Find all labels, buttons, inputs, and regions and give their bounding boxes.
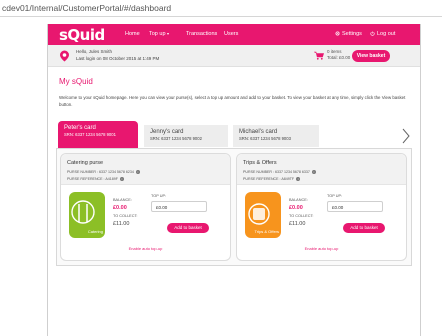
to-collect-value: £11.00 (113, 221, 130, 227)
to-collect-value: £11.00 (289, 221, 306, 227)
add-to-basket-button[interactable]: Add to basket (343, 223, 385, 233)
balance-label: BALANCE: (289, 198, 308, 202)
nav-transactions[interactable]: Transactions (186, 31, 217, 37)
enable-auto-topup-link[interactable]: Enable auto top-up (61, 246, 230, 251)
tile-label: Trips & Offers (254, 228, 279, 234)
tab-card-srn: SRN: 6337 1234 5678 9001 (64, 132, 116, 137)
address-url[interactable]: cdev01/Internal/CustomerPortal/#/dashboa… (2, 3, 171, 13)
nav-topup-label: Top up (149, 31, 166, 37)
purse-card-trips: Trips & Offers PURSE NUMBER : 6337 1234 … (236, 153, 407, 261)
info-icon[interactable]: i (119, 177, 124, 181)
purse-title: Trips & Offers (243, 160, 277, 166)
tab-card-srn: SRN: 6337 1234 5678 9002 (150, 136, 202, 141)
purse-reference-text: PURSE REFERENCE : A4189F (67, 177, 118, 181)
info-icon[interactable]: i (135, 170, 140, 174)
basket-icon[interactable] (314, 51, 324, 60)
gear-icon (335, 31, 340, 36)
logout-label: Log out (377, 31, 396, 37)
purse-reference: PURSE REFERENCE : A849TF i (243, 177, 301, 181)
info-icon[interactable]: i (311, 170, 316, 174)
tab-card-name: Michael's card (239, 129, 278, 135)
view-basket-button[interactable]: View basket (352, 50, 390, 62)
to-collect-label: TO COLLECT: (289, 214, 314, 218)
page-title: My sQuid (59, 77, 93, 86)
tab-jenny-card[interactable]: Jenny's card SRN: 6337 1234 5678 9002 (144, 125, 228, 147)
purse-card-catering: Catering purse PURSE NUMBER : 6337 1234 … (60, 153, 231, 261)
user-greeting: Hello, Jules Smith (76, 49, 113, 54)
purse-title: Catering purse (67, 160, 104, 166)
purses-panel: Catering purse PURSE NUMBER : 6337 1234 … (56, 148, 412, 266)
top-navigation: sQuid Home Top up ▾ Transactions Users S… (48, 24, 420, 45)
chevron-right-icon[interactable] (402, 128, 410, 144)
power-icon (370, 31, 375, 36)
settings-link[interactable]: Settings (335, 31, 362, 37)
chevron-down-icon: ▾ (167, 31, 170, 36)
tab-card-name: Peter's card (64, 125, 96, 131)
portal-frame: sQuid Home Top up ▾ Transactions Users S… (47, 24, 421, 336)
address-bar[interactable]: cdev01/Internal/CustomerPortal/#/dashboa… (0, 0, 442, 17)
purse-number-text: PURSE NUMBER : 6337 1234 5678 6234 (67, 170, 134, 174)
purse-number: PURSE NUMBER : 6337 1234 5678 6234 i (67, 170, 140, 174)
to-collect-label: TO COLLECT: (113, 214, 138, 218)
tab-card-srn: SRN: 6337 1234 5678 9003 (239, 136, 291, 141)
catering-tile: Catering (69, 192, 105, 238)
trips-tile: Trips & Offers (245, 192, 281, 238)
nav-users[interactable]: Users (224, 31, 238, 37)
topup-label: TOP UP: (151, 194, 167, 198)
user-bar: Hello, Jules Smith Last login on 08 Octo… (48, 45, 420, 67)
tab-peter-card[interactable]: Peter's card SRN: 6337 1234 5678 9001 (58, 121, 138, 148)
location-pin-icon (60, 50, 69, 62)
balance-label: BALANCE: (113, 198, 132, 202)
squid-logo[interactable]: sQuid (59, 26, 105, 44)
purse-card-header: Trips & Offers PURSE NUMBER : 6337 1234 … (237, 154, 406, 185)
last-login: Last login on 08 October 2015 at 1:49 PM (76, 56, 160, 61)
balance-value: £0.00 (289, 205, 303, 211)
purse-card-header: Catering purse PURSE NUMBER : 6337 1234 … (61, 154, 230, 185)
basket-total: Total: £0.00 (327, 55, 351, 60)
balance-value: £0.00 (113, 205, 127, 211)
nav-topup[interactable]: Top up ▾ (149, 31, 169, 37)
logout-link[interactable]: Log out (370, 31, 395, 37)
purse-number-text: PURSE NUMBER : 6337 1234 5678 6337 (243, 170, 310, 174)
settings-label: Settings (342, 31, 362, 37)
info-icon[interactable]: i (296, 177, 301, 181)
topup-amount-input[interactable]: £0.00 (327, 201, 383, 212)
topup-label: TOP UP: (327, 194, 343, 198)
purse-number: PURSE NUMBER : 6337 1234 5678 6337 i (243, 170, 316, 174)
tab-michael-card[interactable]: Michael's card SRN: 6337 1234 5678 9003 (233, 125, 319, 147)
intro-text: Welcome to your sQuid homepage. Here you… (59, 95, 406, 107)
purse-reference-text: PURSE REFERENCE : A849TF (243, 177, 295, 181)
purse-reference: PURSE REFERENCE : A4189F i (67, 177, 124, 181)
add-to-basket-button[interactable]: Add to basket (167, 223, 209, 233)
tab-card-name: Jenny's card (150, 129, 184, 135)
tile-label: Catering (87, 228, 103, 234)
topup-amount-input[interactable]: £0.00 (151, 201, 207, 212)
enable-auto-topup-link[interactable]: Enable auto top-up (237, 246, 406, 251)
nav-home[interactable]: Home (125, 31, 140, 37)
basket-items-count: 0 items (327, 49, 342, 54)
